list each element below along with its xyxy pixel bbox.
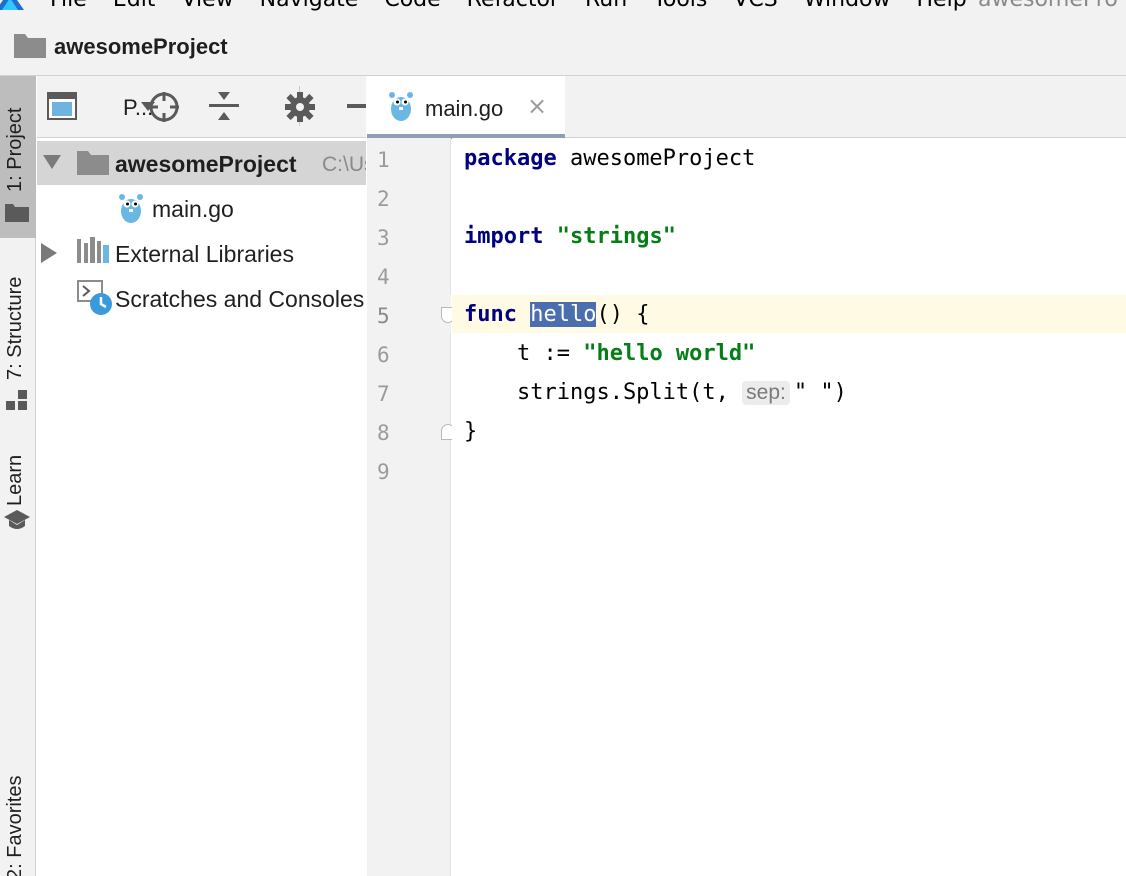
keyword-func: func bbox=[464, 302, 517, 327]
code-editor[interactable]: package awesomeProject import "strings" … bbox=[452, 138, 1126, 876]
tab-favorites-label: 2: Favorites bbox=[4, 775, 26, 876]
project-tree: awesomeProject C:\Users main.go bbox=[37, 138, 366, 876]
tree-node-file[interactable]: main.go bbox=[37, 186, 366, 230]
code-line-7: strings.Split(t, sep: " ") bbox=[464, 380, 847, 405]
menu-refactor[interactable]: Refactor bbox=[467, 0, 559, 12]
tab-file-name: main.go bbox=[425, 96, 504, 121]
menu-vcs[interactable]: VCS bbox=[733, 0, 777, 12]
tab-structure-label: 7: Structure bbox=[4, 276, 26, 380]
project-panel-toolbar: P... bbox=[37, 76, 366, 138]
line-number: 4 bbox=[377, 265, 390, 289]
tab-structure[interactable]: 7: Structure bbox=[0, 252, 36, 422]
locate-file-icon[interactable] bbox=[147, 90, 181, 124]
navigation-bar: awesomeProject bbox=[0, 12, 1126, 76]
keyword-import: import bbox=[464, 224, 544, 249]
code-line-1: package awesomeProject bbox=[464, 146, 755, 171]
external-libraries-label: External Libraries bbox=[115, 241, 294, 267]
tab-learn[interactable]: Learn bbox=[0, 438, 36, 538]
gear-icon[interactable] bbox=[285, 92, 315, 122]
close-tab-icon[interactable]: × bbox=[527, 92, 547, 120]
tree-node-scratches[interactable]: Scratches and Consoles bbox=[37, 276, 366, 320]
library-icon bbox=[77, 237, 109, 263]
tab-project[interactable]: 1: Project bbox=[0, 76, 36, 238]
code-line-5: func hello() { bbox=[464, 302, 649, 327]
menu-file[interactable]: File bbox=[50, 0, 87, 12]
editor-tab-bar: main.go × bbox=[367, 76, 1126, 139]
expand-arrow-right-icon[interactable] bbox=[41, 243, 57, 263]
menu-window[interactable]: Window bbox=[804, 0, 891, 12]
code-line-8: } bbox=[464, 419, 477, 444]
line-number: 8 bbox=[377, 421, 390, 445]
tree-node-external-libraries[interactable]: External Libraries bbox=[37, 231, 366, 275]
line-number: 3 bbox=[377, 226, 390, 250]
tree-node-root[interactable]: awesomeProject C:\Users bbox=[37, 141, 366, 185]
project-view-icon[interactable] bbox=[47, 92, 77, 120]
menu-edit[interactable]: Edit bbox=[113, 0, 156, 12]
root-folder-path: C:\Users bbox=[322, 153, 366, 176]
menu-bar: File Edit View Navigate Code Refactor Ru… bbox=[0, 0, 1126, 12]
folder-icon bbox=[14, 34, 46, 58]
collapse-all-icon[interactable] bbox=[209, 90, 239, 124]
window-title: awesomePro bbox=[978, 0, 1118, 12]
hide-panel-icon[interactable] bbox=[347, 104, 366, 110]
menu-run[interactable]: Run bbox=[585, 0, 627, 12]
string-literal: "hello world" bbox=[583, 341, 756, 366]
structure-icon bbox=[6, 390, 27, 410]
graduation-cap-icon bbox=[4, 510, 30, 529]
tab-learn-label: Learn bbox=[4, 454, 26, 506]
code-line-6: t := "hello world" bbox=[464, 341, 755, 366]
assignment: t := bbox=[464, 341, 584, 366]
editor-gutter: 1 2 3 4 5 6 7 8 9 bbox=[367, 138, 455, 876]
package-name: awesomeProject bbox=[556, 146, 756, 171]
menu-view[interactable]: View bbox=[181, 0, 233, 12]
tab-favorites[interactable]: 2: Favorites bbox=[0, 756, 36, 876]
tab-project-label: 1: Project bbox=[4, 107, 26, 192]
scratches-icon bbox=[77, 280, 112, 315]
ide-window: File Edit View Navigate Code Refactor Ru… bbox=[0, 0, 1126, 876]
expand-arrow-down-icon[interactable] bbox=[43, 155, 61, 169]
menu-navigate[interactable]: Navigate bbox=[260, 0, 359, 12]
code-line-3: import "strings" bbox=[464, 224, 676, 249]
menu-code[interactable]: Code bbox=[384, 0, 440, 12]
parameter-hint: sep: bbox=[742, 381, 790, 405]
closing-brace: } bbox=[464, 419, 478, 444]
split-call: strings.Split(t, bbox=[464, 380, 743, 405]
breadcrumb-project[interactable]: awesomeProject bbox=[54, 34, 228, 60]
line-number: 2 bbox=[377, 187, 390, 211]
line-number: 1 bbox=[377, 148, 390, 172]
menu-items: File Edit View Navigate Code Refactor Ru… bbox=[50, 0, 967, 12]
folder-icon bbox=[5, 204, 29, 222]
root-folder-name: awesomeProject bbox=[115, 151, 297, 177]
tab-main-go[interactable]: main.go × bbox=[367, 76, 565, 139]
import-string: "strings" bbox=[556, 224, 676, 249]
menu-help[interactable]: Help bbox=[917, 0, 967, 12]
func-signature-rest: () { bbox=[596, 302, 650, 327]
menu-tools[interactable]: Tools bbox=[653, 0, 707, 12]
left-tool-stripe: 1: Project 7: Structure Learn 2: Favorit… bbox=[0, 76, 36, 876]
go-gopher-icon bbox=[389, 92, 413, 121]
go-gopher-icon bbox=[119, 194, 143, 223]
split-call-rest: " ") bbox=[793, 380, 847, 405]
line-number: 7 bbox=[377, 382, 390, 406]
line-number: 9 bbox=[377, 460, 390, 484]
keyword-package: package bbox=[464, 146, 557, 171]
file-name: main.go bbox=[152, 196, 234, 222]
line-number: 5 bbox=[377, 304, 390, 328]
line-number: 6 bbox=[377, 343, 390, 367]
selected-identifier: hello bbox=[530, 302, 597, 327]
folder-icon bbox=[77, 151, 109, 175]
app-logo-icon bbox=[0, 0, 24, 10]
scratches-label: Scratches and Consoles bbox=[115, 286, 365, 312]
